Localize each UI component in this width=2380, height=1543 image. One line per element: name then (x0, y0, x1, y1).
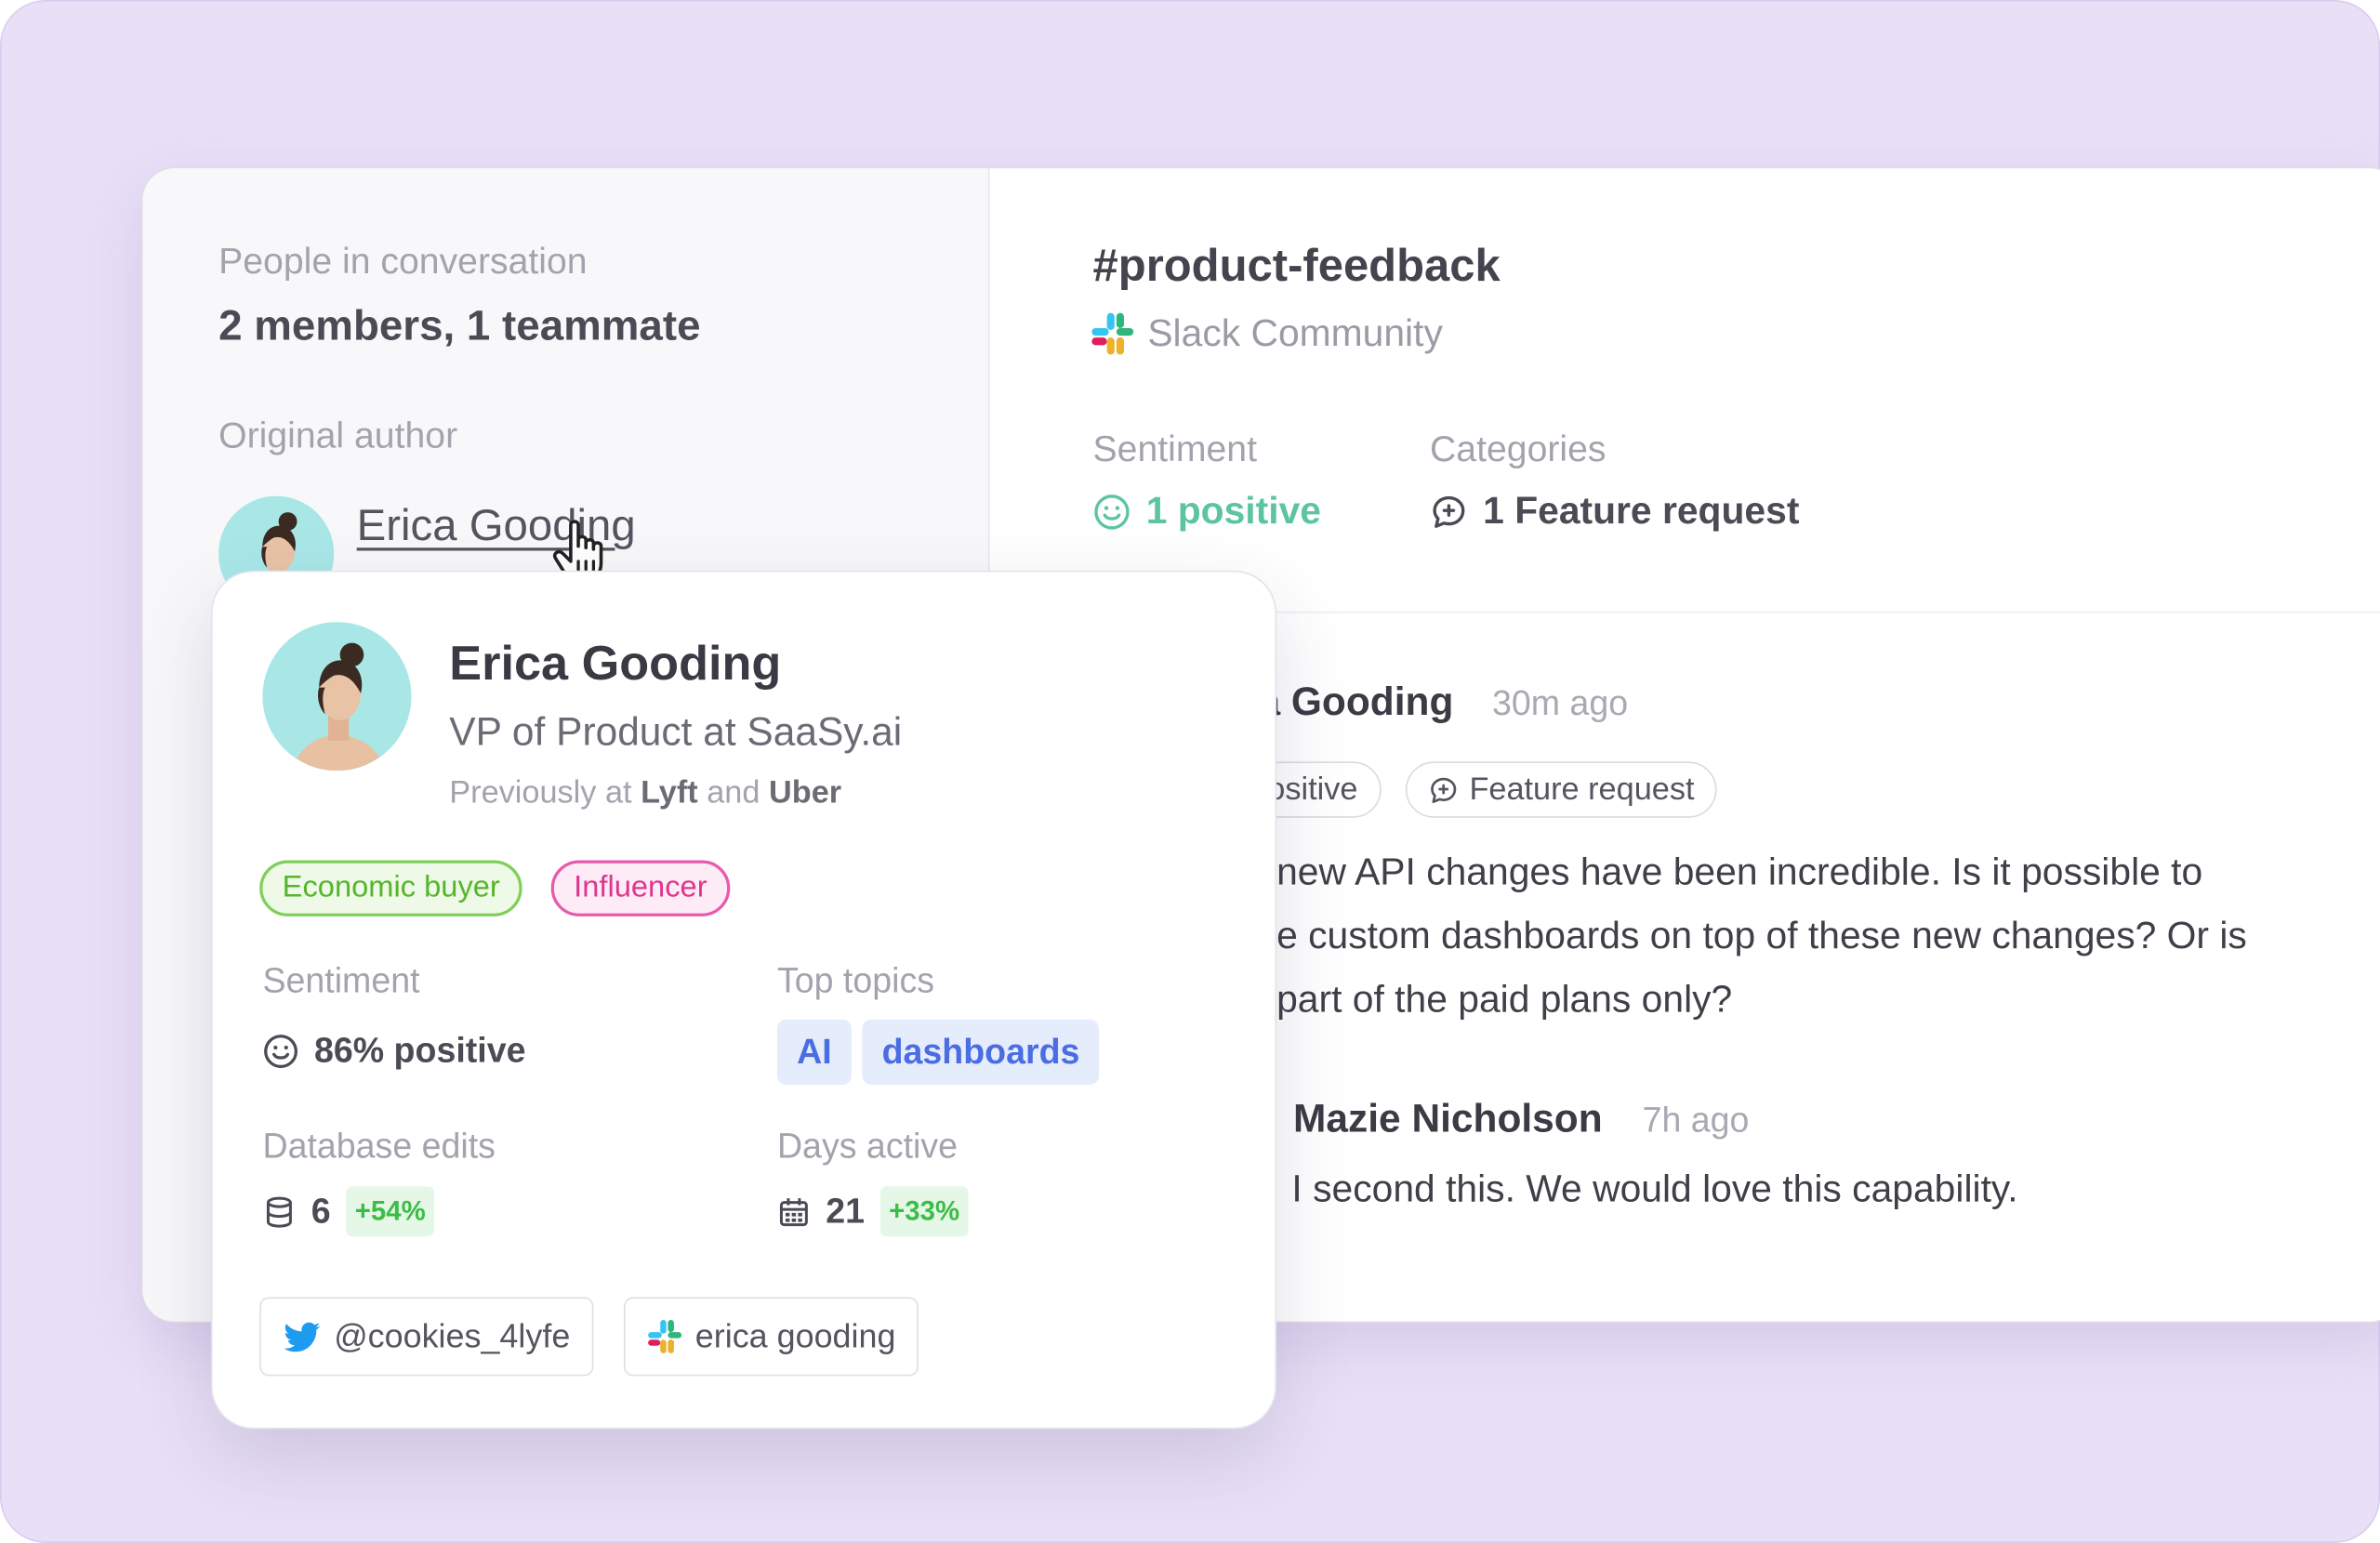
author-label: Original author (218, 415, 458, 457)
profile-role: VP of Product at SaaSy.ai (449, 708, 903, 755)
channel-source: Slack Community (1090, 311, 1443, 357)
twitter-handle-button[interactable]: @cookies_4lyfe (259, 1297, 593, 1377)
message-author[interactable]: a Gooding (1259, 679, 1454, 726)
card-sentiment-value: 86% positive (262, 1030, 525, 1071)
previous-company: Lyft (641, 775, 698, 811)
sentiment-value: 1 positive (1093, 490, 1321, 534)
database-edits-value: 6 +54% (262, 1186, 435, 1237)
database-edits-count: 6 (311, 1191, 331, 1231)
database-edits-label: Database edits (262, 1126, 496, 1166)
twitter-handle-text: @cookies_4lyfe (334, 1316, 571, 1355)
smile-icon (262, 1033, 298, 1069)
economic-buyer-tag[interactable]: Economic buyer (259, 860, 523, 917)
top-topics-label: Top topics (776, 960, 935, 1000)
people-count: 2 members, 1 teammate (218, 301, 701, 349)
database-edits-delta: +54% (345, 1186, 435, 1237)
categories-text: 1 Feature request (1483, 490, 1800, 533)
channel-source-label: Slack Community (1147, 311, 1443, 355)
days-active-count: 21 (826, 1191, 865, 1231)
previously-and: and (707, 775, 760, 811)
feature-request-icon (1430, 493, 1468, 531)
calendar-icon (777, 1194, 811, 1230)
profile-hover-card: Erica Gooding VP of Product at SaaSy.ai … (210, 570, 1277, 1430)
message-time: 30m ago (1491, 682, 1629, 722)
topic-chip-dashboards[interactable]: dashboards (862, 1019, 1100, 1086)
days-active-label: Days active (776, 1126, 959, 1166)
previously-prefix: Previously at (449, 775, 632, 811)
influencer-tag[interactable]: Influencer (550, 860, 731, 917)
reply-author[interactable]: Mazie Nicholson (1293, 1095, 1603, 1142)
days-active-delta: +33% (879, 1186, 969, 1237)
days-active-value: 21 +33% (777, 1186, 969, 1237)
card-sentiment-label: Sentiment (262, 960, 420, 1000)
feature-request-chip[interactable]: Feature request (1405, 761, 1718, 818)
profile-name: Erica Gooding (449, 635, 782, 691)
twitter-icon (284, 1322, 321, 1352)
slack-handle-button[interactable]: erica gooding (624, 1297, 919, 1377)
feature-request-chip-label: Feature request (1469, 771, 1695, 807)
smile-icon (1093, 493, 1131, 531)
message-body-line: e custom dashboards on top of these new … (1276, 915, 2247, 957)
slack-icon (1090, 311, 1135, 357)
sentiment-text: 1 positive (1145, 490, 1321, 533)
channel-title: #product-feedback (1092, 241, 1501, 292)
profile-avatar (262, 622, 412, 772)
database-icon (262, 1194, 296, 1230)
feature-request-icon (1428, 774, 1459, 805)
categories-label: Categories (1430, 429, 1606, 470)
sentiment-label: Sentiment (1092, 429, 1257, 470)
slack-handle-text: erica gooding (694, 1316, 896, 1355)
message-body-line: new API changes have been incredible. Is… (1276, 851, 2203, 894)
people-label: People in conversation (218, 241, 588, 283)
message-body-line: part of the paid plans only? (1276, 978, 1733, 1022)
previous-company: Uber (768, 775, 842, 811)
reply-time: 7h ago (1642, 1100, 1750, 1140)
profile-previous-companies: Previously at Lyft and Uber (449, 775, 841, 811)
categories-value: 1 Feature request (1430, 490, 1799, 534)
card-sentiment-text: 86% positive (313, 1030, 526, 1070)
slack-icon (647, 1318, 683, 1354)
topic-chip-ai[interactable]: AI (776, 1019, 852, 1086)
reply-body: I second this. We would love this capabi… (1291, 1167, 2018, 1211)
positive-chip-label: ositive (1267, 771, 1358, 807)
